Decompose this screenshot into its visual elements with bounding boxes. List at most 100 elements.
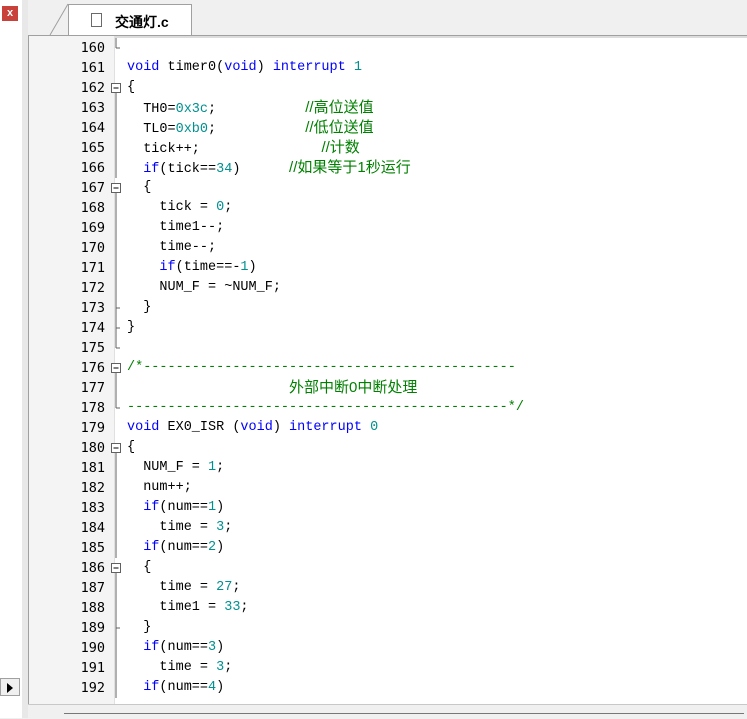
fold-line [115,458,117,478]
code-text: { [127,78,135,98]
code-line[interactable]: 174} [29,318,747,338]
fold-line [115,138,117,158]
number-token: 1 [208,500,217,515]
code-text: if(num==3) [127,638,224,658]
code-token: timer0( [159,60,225,75]
code-line[interactable]: 179 void EX0_ISR (void) interrupt 0 [29,418,747,438]
code-token: EX0_ISR ( [159,420,241,435]
code-token: ) [216,540,225,555]
line-number: 179 [80,420,105,436]
code-token: ; [208,102,306,117]
fold-line [115,198,117,218]
code-token: { [127,440,136,455]
code-line[interactable]: 191 time = 3; [29,658,747,678]
keyword-token: if [143,680,160,695]
code-line[interactable]: 187 time = 27; [29,578,747,598]
code-line[interactable]: 164 TL0=0xb0; //低位送值 [29,118,747,138]
code-editor[interactable]: 160 161 void timer0(void) interrupt 1 162{1… [28,36,747,704]
line-number: 185 [80,540,105,556]
fold-collapse-icon[interactable] [109,78,123,98]
code-line[interactable]: 189 } [29,618,747,638]
code-line[interactable]: 162 { [29,78,747,98]
bottom-edge [28,704,747,719]
keyword-token: void [240,420,273,435]
tab-strip: 交通灯.c [28,0,747,36]
fold-collapse-icon[interactable] [109,358,123,378]
code-line[interactable]: 170 time--; [29,238,747,258]
code-line[interactable]: 161 void timer0(void) interrupt 1 [29,58,747,78]
code-text: void timer0(void) interrupt 1 [127,58,362,78]
code-text: } [127,298,151,318]
code-text: if(time==-1) [127,258,256,278]
code-line[interactable]: 166 if(tick==34) //如果等于1秒运行 [29,158,747,178]
code-line[interactable]: 178 -------------------------------------… [29,398,747,418]
fold-line [115,278,117,298]
keyword-token: interrupt [289,420,362,435]
number-token: 3 [208,640,217,655]
code-line[interactable]: 167 { [29,178,747,198]
code-line[interactable]: 186 { [29,558,747,578]
code-text: time = 27; [127,578,240,598]
fold-line [115,218,117,238]
fold-collapse-icon[interactable] [109,438,123,458]
fold-end [115,38,120,49]
code-line[interactable]: 182 num++; [29,478,747,498]
fold-line [115,518,117,538]
comment-token: 外部中断0中断处理 [289,379,418,396]
code-line[interactable]: 183 if(num==1) [29,498,747,518]
line-number: 169 [80,220,105,236]
code-line[interactable]: 163 TH0=0x3c; //高位送值 [29,98,747,118]
code-token: (tick== [159,162,217,177]
code-token: tick++; [127,142,322,157]
fold-collapse-icon[interactable] [109,558,123,578]
fold-tick [115,618,120,638]
tab-file[interactable]: 交通灯.c [68,4,192,35]
fold-line [115,378,117,398]
code-line[interactable]: 168 tick = 0; [29,198,747,218]
code-text: tick = 0; [127,198,232,218]
line-number: 171 [80,260,105,276]
code-token: ; [240,600,249,615]
close-icon[interactable]: x [2,6,18,21]
keyword-token: void [127,60,160,75]
code-text: NUM_F = 1; [127,458,224,478]
code-token: TL0= [127,122,176,137]
code-line[interactable]: 180 { [29,438,747,458]
line-number: 170 [80,240,105,256]
keyword-token: if [143,162,160,177]
code-line[interactable]: 171 if(time==-1) [29,258,747,278]
code-line[interactable]: 176 /*-----------------------------------… [29,358,747,378]
line-number: 173 [80,300,105,316]
code-line[interactable]: 173 } [29,298,747,318]
line-number: 182 [80,480,105,496]
line-number: 178 [80,400,105,416]
number-token: 33 [224,600,241,615]
fold-line [115,658,117,678]
code-token: ; [224,200,233,215]
code-line[interactable]: 192 if(num==4) [29,678,747,698]
code-token: NUM_F = [127,460,209,475]
code-token: ; [208,122,306,137]
code-line[interactable]: 169 time1--; [29,218,747,238]
scroll-right-button[interactable] [0,678,20,696]
code-token: ; [224,660,233,675]
code-line[interactable]: 184 time = 3; [29,518,747,538]
line-number: 190 [80,640,105,656]
code-text: TH0=0x3c; //高位送值 [127,98,373,120]
code-line[interactable]: 181 NUM_F = 1; [29,458,747,478]
code-line[interactable]: 188 time1 = 33; [29,598,747,618]
code-line[interactable]: 160 [29,38,747,58]
code-line[interactable]: 165 tick++; //计数 [29,138,747,158]
tab-file-label: 交通灯.c [115,14,169,30]
code-line[interactable]: 185 if(num==2) [29,538,747,558]
code-line[interactable]: 172 NUM_F = ~NUM_F; [29,278,747,298]
code-line[interactable]: 190 if(num==3) [29,638,747,658]
fold-collapse-icon[interactable] [109,178,123,198]
code-line[interactable]: 177 外部中断0中断处理 [29,378,747,398]
code-line[interactable]: 175 [29,338,747,358]
fold-line [115,538,117,558]
